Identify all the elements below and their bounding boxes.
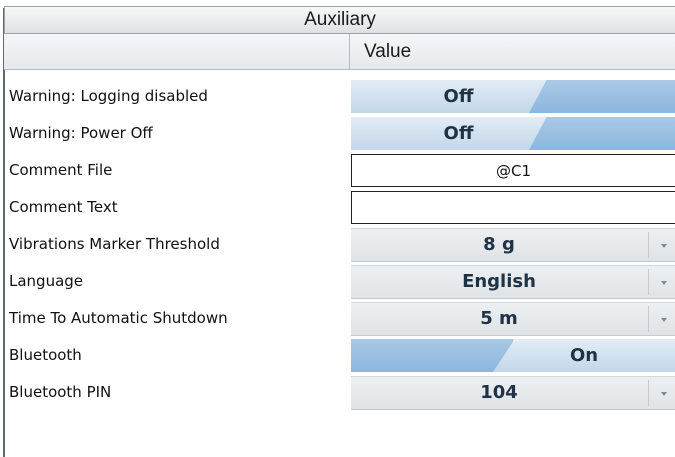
bluetooth-toggle[interactable]: On bbox=[351, 339, 675, 372]
chevron-down-icon[interactable] bbox=[659, 243, 669, 249]
row-label: Time To Automatic Shutdown bbox=[9, 309, 228, 327]
dropdown-separator bbox=[648, 269, 649, 295]
dropdown-separator bbox=[648, 232, 649, 258]
row-label: Bluetooth PIN bbox=[9, 383, 112, 401]
row-bluetooth: Bluetooth On bbox=[4, 337, 675, 374]
toggle-handle bbox=[529, 117, 675, 150]
chevron-down-icon[interactable] bbox=[659, 317, 669, 323]
column-header-row: Value bbox=[4, 34, 675, 70]
row-comment-file: Comment File bbox=[4, 152, 675, 189]
auxiliary-panel: Auxiliary Value Warning: Logging disable… bbox=[0, 0, 675, 457]
comment-text-input[interactable] bbox=[351, 191, 675, 224]
dropdown-selected-value: 5 m bbox=[480, 308, 518, 329]
dropdown-separator bbox=[648, 380, 649, 406]
chevron-down-icon[interactable] bbox=[659, 280, 669, 286]
dropdown-selected-value: English bbox=[462, 271, 536, 292]
row-label: Comment Text bbox=[9, 198, 118, 216]
name-column-header bbox=[4, 34, 350, 70]
logging-disabled-warning-toggle[interactable]: Off bbox=[351, 80, 675, 113]
vibrations-threshold-dropdown[interactable]: 8 g bbox=[351, 228, 675, 262]
row-label: Language bbox=[9, 272, 84, 290]
dropdown-selected-value: 8 g bbox=[483, 234, 515, 255]
row-bluetooth-pin: Bluetooth PIN 104 bbox=[4, 374, 675, 411]
comment-file-input[interactable] bbox=[351, 154, 675, 187]
row-time-to-automatic-shutdown: Time To Automatic Shutdown 5 m bbox=[4, 300, 675, 337]
toggle-handle bbox=[351, 339, 514, 372]
language-dropdown[interactable]: English bbox=[351, 265, 675, 299]
row-warning-logging-disabled: Warning: Logging disabled Off bbox=[4, 78, 675, 115]
auto-shutdown-dropdown[interactable]: 5 m bbox=[351, 302, 675, 336]
row-vibrations-marker-threshold: Vibrations Marker Threshold 8 g bbox=[4, 226, 675, 263]
dropdown-selected-value: 104 bbox=[480, 382, 518, 403]
chevron-down-icon[interactable] bbox=[659, 391, 669, 397]
bluetooth-pin-dropdown[interactable]: 104 bbox=[351, 376, 675, 410]
value-column-header: Value bbox=[350, 34, 675, 70]
row-label: Warning: Power Off bbox=[9, 124, 153, 142]
toggle-state-label: On bbox=[493, 339, 675, 372]
dropdown-separator bbox=[648, 306, 649, 332]
row-label: Bluetooth bbox=[9, 346, 82, 364]
row-label: Vibrations Marker Threshold bbox=[9, 235, 220, 253]
row-comment-text: Comment Text bbox=[4, 189, 675, 226]
row-label: Warning: Logging disabled bbox=[9, 87, 208, 105]
power-off-warning-toggle[interactable]: Off bbox=[351, 117, 675, 150]
row-label: Comment File bbox=[9, 161, 113, 179]
row-warning-power-off: Warning: Power Off Off bbox=[4, 115, 675, 152]
row-language: Language English bbox=[4, 263, 675, 300]
panel-title: Auxiliary bbox=[4, 6, 675, 34]
toggle-handle bbox=[529, 80, 675, 113]
